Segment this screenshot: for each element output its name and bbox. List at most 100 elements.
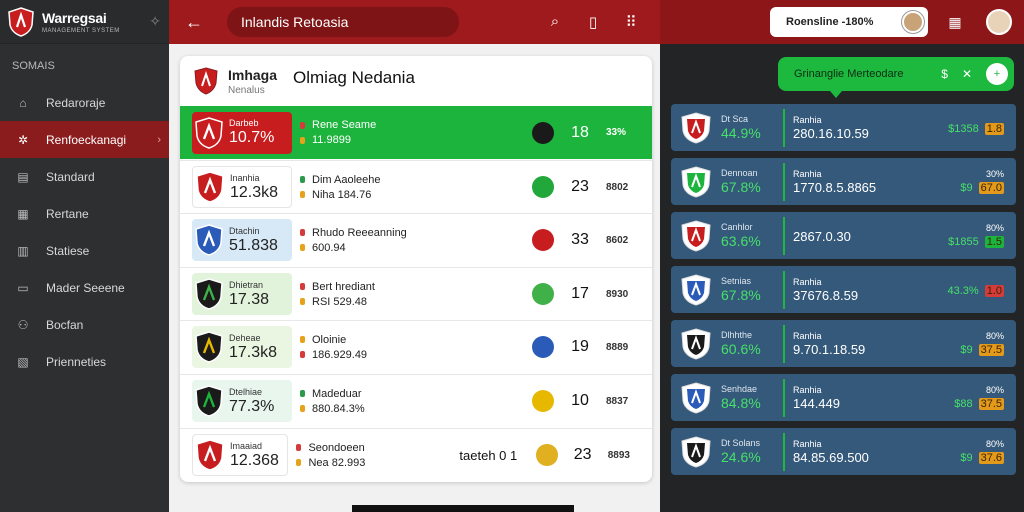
filter-pill-label: Grinanglie Merteodare: [794, 68, 904, 80]
grid-icon[interactable]: ⠿: [622, 13, 640, 31]
status-dot: [300, 136, 305, 144]
list-item[interactable]: Dlhhthe 60.6% Ranhia 9.70.1.18.59 80% $9…: [671, 320, 1016, 367]
list-item[interactable]: Senhdae 84.8% Ranhia 144.449 80% $88 37.…: [671, 374, 1016, 421]
match-name: Dim Aaoleehe: [312, 173, 381, 186]
team-crest-icon: [195, 224, 223, 256]
table-row[interactable]: Dtelhiae 77.3% Madeduar 880.84.3% 10 883…: [180, 374, 652, 427]
search-field[interactable]: Inlandis Retoasia: [227, 7, 459, 37]
team-label: Dhietran: [229, 279, 264, 290]
top-right-bar: Roensline -180% ▦: [660, 0, 1024, 44]
sidebar-item-3[interactable]: ▦ Rertane: [0, 195, 169, 232]
list-item[interactable]: Dt Solans 24.6% Ranhia 84.85.69.500 80% …: [671, 428, 1016, 475]
team-crest-icon: [195, 278, 223, 310]
row-score: 23: [573, 446, 592, 463]
bookmark-icon[interactable]: ▯: [584, 13, 602, 31]
match-stat: 186.929.49: [312, 348, 368, 361]
sidebar-item-7[interactable]: ▧ Prienneties: [0, 343, 169, 380]
top-bar: ← Inlandis Retoasia ⌕ ▯ ⠿: [169, 0, 660, 44]
ball-icon: [532, 336, 554, 358]
sidebar-item-1[interactable]: ✲ Renfoeckanagi ›: [0, 121, 169, 158]
ball-icon: [532, 121, 554, 144]
card-rate: 80%: [985, 385, 1004, 395]
avatar: [902, 11, 924, 33]
card-sub-label: Ranhia: [793, 330, 822, 341]
brand-header[interactable]: Warregsai MANAGEMENT SYSTEM ✧: [0, 0, 169, 44]
sidebar-item-2[interactable]: ▤ Standard: [0, 158, 169, 195]
status-dot: [300, 176, 305, 183]
card-figure: 280.16.10.59: [793, 125, 869, 141]
table-row[interactable]: Darbeb 10.7% Rene Seame 11.9899 18 33%: [180, 106, 652, 159]
table-row[interactable]: Inanhia 12.3k8 Dim Aaoleehe Niha 184.76 …: [180, 160, 652, 213]
team-crest-icon: [681, 165, 711, 198]
table-row[interactable]: Dhietran 17.38 Bert hrediant RSI 529.48 …: [180, 267, 652, 320]
card-header: Imhaga Nenalus Olmiag Nedania: [180, 56, 652, 106]
team-value: 12.368: [230, 451, 279, 469]
bookmark-icon: ▭: [17, 280, 29, 295]
row-score: 10: [571, 392, 589, 409]
card-figure: 84.85.69.500: [793, 449, 869, 465]
status-dot: [300, 298, 305, 305]
sidebar-item-label: Standard: [46, 169, 95, 184]
card-odds-badge: 1.5: [984, 236, 1004, 248]
team-crest-icon: [195, 331, 223, 363]
sidebar-item-label: Renfoeckanagi: [46, 132, 127, 147]
calendar-icon[interactable]: ▦: [944, 11, 966, 33]
team-value: 12.3k8: [230, 183, 279, 201]
divider: [783, 324, 785, 363]
users-icon: ⚇: [17, 317, 29, 332]
match-stat: 880.84.3%: [312, 402, 365, 415]
close-icon[interactable]: ✕: [962, 67, 972, 81]
card-rate: 30%: [985, 169, 1004, 179]
right-panel: Grinanglie Merteodare $ ✕ + Dt Sca 44.9%…: [660, 44, 1024, 512]
list-item[interactable]: Setnias 67.8% Ranhia 37676.8.59 43.3% 1.…: [671, 266, 1016, 313]
card-amount: $88: [954, 398, 973, 410]
sidebar-item-4[interactable]: ▥ Statiese: [0, 232, 169, 269]
card-label: Senhdae: [721, 384, 758, 394]
sidebar-item-label: Rertane: [46, 206, 89, 221]
divider: [783, 270, 785, 309]
shield-logo-icon: [8, 6, 34, 37]
sidebar-item-6[interactable]: ⚇ Bocfan: [0, 306, 169, 343]
list-item[interactable]: Dennoan 67.8% Ranhia 1770.8.5.8865 30% $…: [671, 158, 1016, 205]
divider: [783, 162, 785, 201]
status-dot: [296, 459, 302, 466]
list-item[interactable]: Canhlor 63.6% 2867.0.30 80% $1855 1.5: [671, 212, 1016, 259]
row-score: 33: [571, 231, 589, 248]
sidebar-item-5[interactable]: ▭ Mader Seeene: [0, 269, 169, 306]
card-figure: 9.70.1.18.59: [793, 341, 866, 357]
match-name: Oloinie: [312, 333, 347, 346]
dollar-icon[interactable]: $: [941, 67, 948, 81]
match-stat: RSI 529.48: [312, 295, 368, 308]
team-label: Dtelhiae: [229, 386, 263, 397]
card-sub-label: Ranhia: [793, 438, 822, 449]
table-row[interactable]: Imaaiad 12.368 Seondoeen Nea 82.993 taet…: [180, 428, 652, 481]
card-figure: 2867.0.30: [793, 228, 851, 244]
plus-icon[interactable]: +: [986, 63, 1008, 85]
user-avatar[interactable]: [986, 9, 1012, 35]
status-dot: [300, 244, 305, 251]
table-row[interactable]: Deheae 17.3k8 Oloinie 186.929.49 19 8889: [180, 320, 652, 373]
list-item[interactable]: Dt Sca 44.9% Ranhia 280.16.10.59 $1358 1…: [671, 104, 1016, 151]
status-dot: [300, 390, 305, 397]
row-score: 23: [571, 178, 589, 195]
arrow-left-icon[interactable]: ←: [169, 12, 219, 33]
search-icon[interactable]: ⌕: [546, 13, 564, 31]
team-label: Deheae: [229, 332, 261, 343]
team-crest-icon: [195, 116, 223, 149]
status-pill[interactable]: Roensline -180%: [770, 7, 928, 37]
sidebar-item-0[interactable]: ⌂ Redaroraje: [0, 84, 169, 121]
match-list-card: Imhaga Nenalus Olmiag Nedania Darbeb 10.…: [180, 56, 652, 482]
chart-icon: ▥: [17, 243, 29, 258]
filter-pill[interactable]: Grinanglie Merteodare $ ✕ +: [778, 57, 1014, 91]
match-name: Bert hrediant: [312, 280, 375, 293]
divider: [783, 432, 785, 471]
card-amount: $9: [960, 344, 973, 356]
card-label: Dt Sca: [721, 114, 749, 124]
table-row[interactable]: Dtachin 51.838 Rhudo Reeeanning 600.94 3…: [180, 213, 652, 266]
ball-icon: [532, 176, 554, 198]
status-dot: [300, 229, 305, 236]
card-label: Canhlor: [721, 222, 753, 232]
club-crest-icon: [194, 67, 218, 95]
sidebar-section-label: SOMAIS: [12, 60, 55, 72]
activity-icon[interactable]: ✧: [149, 13, 161, 30]
